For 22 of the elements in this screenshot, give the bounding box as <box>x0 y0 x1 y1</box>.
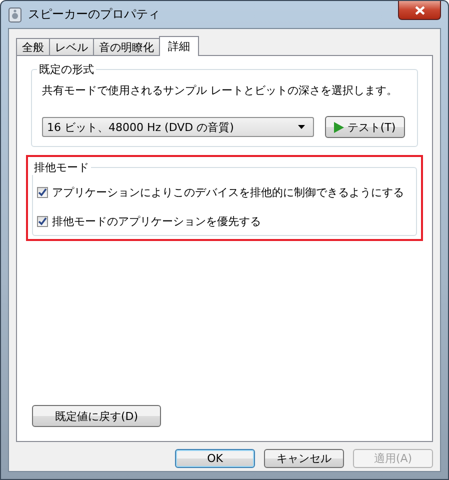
tab[interactable]: レベル <box>49 38 94 55</box>
group-title: 既定の形式 <box>38 62 95 77</box>
tab[interactable]: 全般 <box>16 38 50 55</box>
description-text: 共有モードで使用されるサンプル レートとビットの深さを選択します。 <box>42 83 398 98</box>
test-button[interactable]: テスト(T) <box>325 116 405 138</box>
play-icon <box>334 122 344 132</box>
dialog-button[interactable]: キャンセル <box>264 449 344 468</box>
checkbox[interactable] <box>37 216 48 227</box>
dialog-button[interactable]: OK <box>175 449 255 468</box>
dropdown-arrow-icon <box>298 125 305 129</box>
close-button[interactable] <box>398 1 441 20</box>
speaker-icon <box>8 6 22 22</box>
group-title: 排他モード <box>33 160 90 175</box>
checkbox[interactable] <box>37 187 48 198</box>
window-title: スピーカーのプロパティ <box>28 6 160 23</box>
checkbox-label: 排他モードのアプリケーションを優先する <box>52 214 261 229</box>
tab[interactable]: 詳細 <box>159 36 199 56</box>
checkbox-label: アプリケーションによりこのデバイスを排他的に制御できるようにする <box>52 185 404 200</box>
tab[interactable]: 音の明瞭化 <box>93 38 160 55</box>
close-icon <box>414 6 424 14</box>
format-dropdown[interactable]: 16 ビット、48000 Hz (DVD の音質) <box>42 117 314 137</box>
restore-defaults-button[interactable]: 既定値に戻す(D) <box>32 405 161 427</box>
